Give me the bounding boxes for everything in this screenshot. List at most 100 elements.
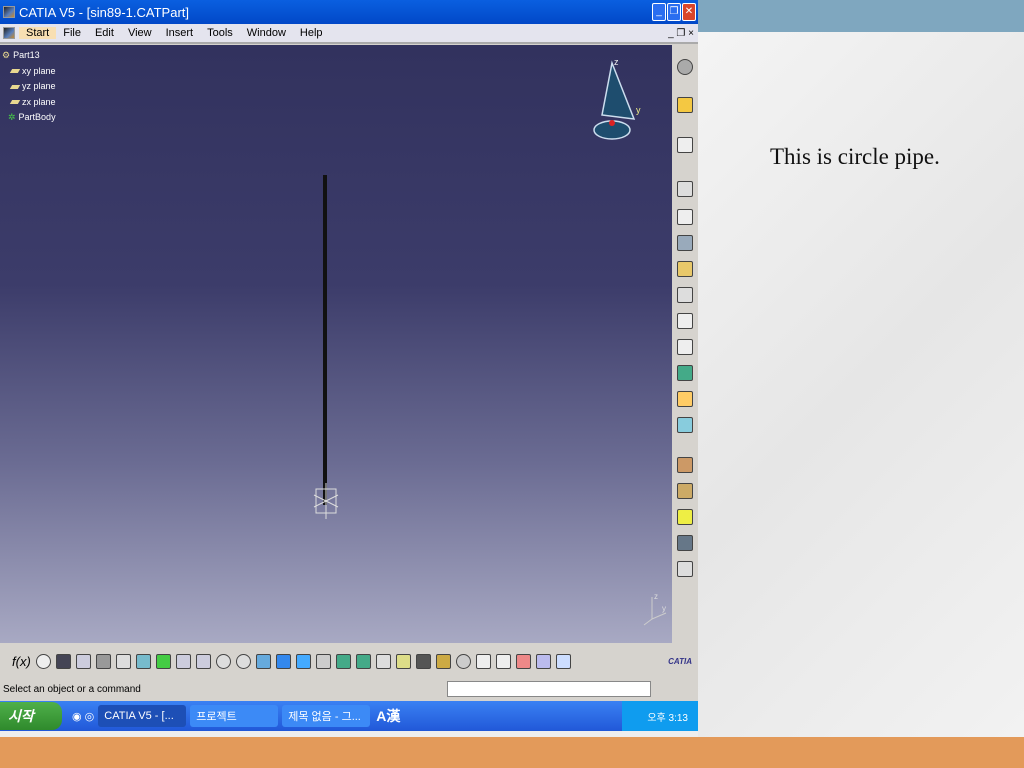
shaft-icon[interactable] [677,235,693,251]
slot-icon[interactable] [677,313,693,329]
task-label: 제목 없음 - 그... [288,711,361,723]
units-icon[interactable] [495,654,511,669]
formula-icon[interactable]: f(x) [12,654,31,669]
menu-file[interactable]: File [56,27,88,39]
start-label: 시작 [8,708,34,724]
table-icon[interactable] [55,654,71,669]
axis-icon[interactable] [475,654,491,669]
status-text: Select an object or a command [3,684,141,695]
specification-tree: ⚙ Part13 xy plane yz plane zx plane ✲ Part… [2,48,56,126]
hide-show-icon[interactable] [335,654,351,669]
menu-help[interactable]: Help [293,27,330,39]
catia-app-icon [3,6,15,18]
circle-pipe[interactable] [323,175,327,505]
window-title: CATIA V5 - [sin89-1.CATPart] [19,4,190,20]
pan-icon[interactable] [175,654,191,669]
fly-mode-icon[interactable] [135,654,151,669]
pad-icon[interactable] [677,181,693,197]
tree-item-zx-plane[interactable]: zx plane [2,95,56,111]
measure-item-icon[interactable] [415,654,431,669]
task-catia[interactable]: CATIA V5 - [... [98,705,187,727]
solid-combine-icon[interactable] [677,365,693,381]
hole-icon[interactable] [677,261,693,277]
clock: 오후 3:13 [647,712,688,724]
draft-icon[interactable] [677,457,693,473]
list-icon[interactable] [535,654,551,669]
ime-indicator[interactable]: A漢 [376,706,400,726]
fit-all-icon[interactable] [155,654,171,669]
menu-insert[interactable]: Insert [159,27,201,39]
right-toolbar [672,45,698,643]
inertia-icon[interactable] [435,654,451,669]
select-arrow-icon[interactable] [677,97,693,113]
tree-item-part[interactable]: ⚙ Part13 [2,48,56,64]
plane-icon [9,100,21,105]
maximize-button[interactable]: ❐ [667,3,681,21]
tree-label: PartBody [18,112,56,122]
partbody-icon: ✲ [8,112,16,122]
menu-view[interactable]: View [121,27,159,39]
catia-logo: CATIA [668,657,692,666]
start-button[interactable]: 시작 [0,702,62,730]
measure-icon[interactable] [395,654,411,669]
stiffener-icon[interactable] [677,339,693,355]
chamfer-icon[interactable] [677,417,693,433]
pocket-icon[interactable] [677,209,693,225]
remove-face-icon[interactable] [677,561,693,577]
menu-window[interactable]: Window [240,27,293,39]
slide-caption: This is circle pipe. [770,144,940,169]
title-bar: CATIA V5 - [sin89-1.CATPart] _ ❐ ✕ [0,0,698,24]
tree-item-partbody[interactable]: ✲ PartBody [2,110,56,126]
part-icon: ⚙ [2,50,11,60]
axis-system-icon [313,483,339,519]
shell-icon[interactable] [677,483,693,499]
svg-text:z: z [614,57,619,67]
catia-window: CATIA V5 - [sin89-1.CATPart] _ ❐ ✕ Start… [0,0,698,731]
quick-launch-ie-icon[interactable]: ◉ ◎ [72,710,94,723]
compass-icon[interactable]: zy [590,55,646,145]
menu-edit[interactable]: Edit [88,27,121,39]
zoom-out-icon[interactable] [235,654,251,669]
gear-icon[interactable] [677,59,693,75]
menu-tools[interactable]: Tools [200,27,240,39]
tree-icon[interactable] [75,654,91,669]
tree-label: Part13 [13,50,40,60]
rib-icon[interactable] [677,287,693,303]
knowledge-icon[interactable] [115,654,131,669]
minimize-button[interactable]: _ [652,3,666,21]
command-input[interactable] [447,681,651,697]
normal-view-icon[interactable] [255,654,271,669]
material-icon[interactable] [555,654,571,669]
tree-label: yz plane [22,81,56,91]
zoom-in-icon[interactable] [215,654,231,669]
iso-view-icon[interactable] [295,654,311,669]
comment-icon[interactable] [35,654,51,669]
constraint-icon[interactable] [515,654,531,669]
task-paint[interactable]: 제목 없음 - 그... [282,705,371,727]
sketcher-icon[interactable] [677,137,693,153]
document-window-controls[interactable]: _ ❐ × [668,28,698,39]
tree-label: zx plane [22,96,56,107]
fillet-icon[interactable] [677,391,693,407]
render-style-icon[interactable] [315,654,331,669]
task-project-folder[interactable]: 프로젝트 [190,705,279,727]
thread-icon[interactable] [677,535,693,551]
catalog-icon[interactable] [95,654,111,669]
close-button[interactable]: ✕ [682,3,696,21]
multi-view-icon[interactable] [275,654,291,669]
snap-icon[interactable] [455,654,471,669]
menu-start[interactable]: Start [19,27,57,39]
thickness-icon[interactable] [677,509,693,525]
task-label: 프로젝트 [196,711,237,723]
update-icon[interactable] [375,654,391,669]
swap-space-icon[interactable] [355,654,371,669]
document-icon [3,27,15,39]
windows-taskbar: 시작 ◉ ◎ CATIA V5 - [... 프로젝트 제목 없음 - 그...… [0,701,698,731]
tree-item-xy-plane[interactable]: xy plane [2,64,56,80]
rotate-icon[interactable] [195,654,211,669]
slide-background [698,32,1024,737]
3d-viewport[interactable]: ⚙ Part13 xy plane yz plane zx plane ✲ Part… [0,45,672,643]
status-bar: Select an object or a command [0,679,698,700]
tree-item-yz-plane[interactable]: yz plane [2,79,56,95]
svg-text:z: z [654,592,658,601]
